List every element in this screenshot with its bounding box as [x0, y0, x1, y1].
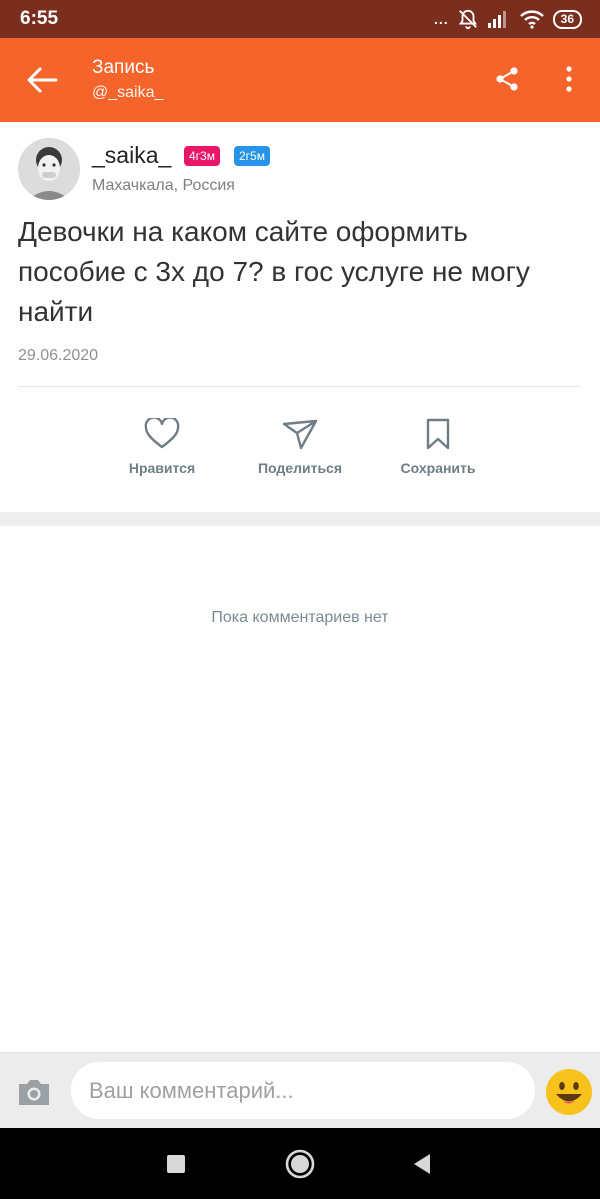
wifi-icon: [519, 10, 544, 29]
like-label: Нравится: [128, 460, 196, 476]
section-separator: [0, 512, 600, 526]
home-icon[interactable]: [282, 1146, 318, 1182]
more-notifications-icon: ...: [433, 11, 449, 27]
comment-input[interactable]: [71, 1062, 535, 1119]
author-location: Махачкала, Россия: [92, 177, 235, 194]
send-icon: [282, 419, 318, 450]
system-nav-bar: [0, 1128, 600, 1199]
more-options-icon[interactable]: [555, 64, 583, 94]
post-text: Девочки на каком сайте оформить пособие …: [18, 216, 530, 327]
divider: [18, 386, 580, 387]
header-title-block: Запись @_saika_: [92, 56, 163, 104]
signal-icon: [487, 11, 506, 28]
save-button[interactable]: Сохранить: [378, 418, 498, 476]
like-button[interactable]: Нравится: [102, 418, 222, 476]
app-bar: Запись @_saika_: [0, 38, 600, 122]
status-bar: 6:55 ... 36: [0, 0, 600, 38]
avatar-image: [18, 138, 80, 200]
status-icons: ... 36: [434, 8, 582, 30]
save-label: Сохранить: [400, 460, 476, 476]
bell-off-icon: [458, 9, 477, 30]
bookmark-icon: [426, 418, 450, 450]
camera-icon[interactable]: [16, 1077, 52, 1107]
post-date: 29.06.2020: [18, 347, 99, 364]
share-icon[interactable]: [492, 64, 522, 94]
nav-back-icon[interactable]: [404, 1146, 440, 1182]
page-title: Запись: [92, 57, 155, 78]
post-card: _saika_ 4г3м 2г5м Махачкала, Россия Дево…: [0, 122, 600, 512]
comment-bar: [0, 1052, 600, 1128]
recent-apps-icon[interactable]: [158, 1146, 194, 1182]
share-post-button[interactable]: Поделиться: [240, 418, 360, 476]
avatar[interactable]: [18, 138, 80, 200]
battery-icon: 36: [552, 9, 582, 29]
empty-comments-text: Пока комментариев нет: [211, 609, 389, 626]
child-age-badge: 4г3м: [184, 146, 220, 166]
child-age-badge: 2г5м: [234, 146, 270, 166]
page-subtitle: @_saika_: [92, 84, 164, 101]
back-arrow-icon[interactable]: [22, 62, 62, 98]
share-label: Поделиться: [257, 460, 343, 476]
heart-icon: [144, 418, 180, 449]
emoji-icon[interactable]: [544, 1067, 594, 1117]
status-time: 6:55: [20, 8, 59, 29]
author-name[interactable]: _saika_: [92, 142, 171, 169]
